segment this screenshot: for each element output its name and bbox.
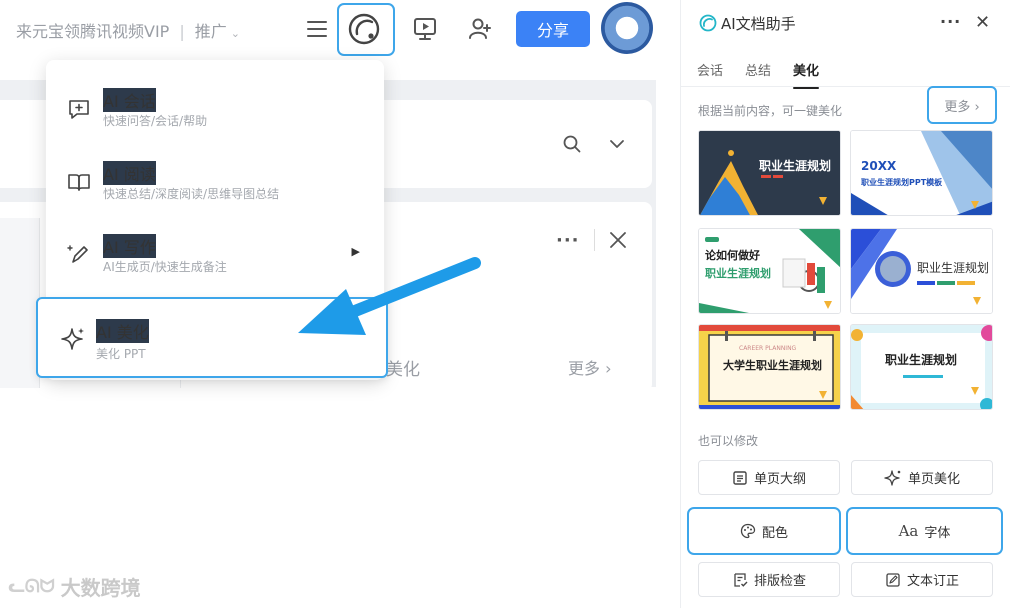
beautify-heading-behind: 美化 — [386, 360, 420, 380]
beautify-card-tools: ··· — [556, 229, 627, 251]
template-card-1[interactable]: 职业生涯规划 — [698, 130, 841, 216]
layout-check-icon — [734, 572, 748, 587]
button-label: 字体 — [924, 525, 951, 541]
top-toolbar: 来元宝领腾讯视频VIP | 推广 ⌄ 分享 — [0, 0, 656, 60]
menu-item-subtitle: 快速总结/深度阅读/思维导图总结 — [103, 185, 280, 202]
panel-more-icon[interactable]: ··· — [940, 12, 961, 31]
ai-assistant-logo-icon — [699, 14, 717, 32]
template-title: 20XX — [861, 159, 897, 173]
template-title: 论如何做好 — [705, 249, 760, 262]
single-page-beautify-button[interactable]: 单页美化 — [851, 460, 993, 495]
watermark-logo-icon: ᓚᘏᗢ — [8, 576, 55, 597]
text-correct-icon — [886, 572, 900, 587]
template-subtitle: 职业生涯规划PPT模板 — [861, 178, 943, 187]
share-button[interactable]: 分享 — [516, 11, 590, 47]
watermark: ᓚᘏᗢ 大数跨境 — [8, 572, 141, 601]
slide-thumbnail-strip — [0, 218, 40, 388]
document-area: ··· 美化 更多 › 来元宝领腾讯视频VIP | 推广 ⌄ 分享 AI 会话 … — [0, 0, 656, 608]
ai-assistant-icon — [348, 13, 380, 45]
font-button[interactable]: Aa 字体 — [846, 507, 1003, 555]
promo-label: 推广 — [194, 22, 227, 41]
promo-text: 来元宝领腾讯视频VIP — [16, 22, 170, 41]
button-label: 配色 — [761, 525, 788, 541]
button-label: 单页美化 — [907, 472, 960, 487]
menu-button[interactable] — [300, 12, 334, 46]
single-page-outline-button[interactable]: 单页大纲 — [698, 460, 840, 495]
template-card-5[interactable]: CAREER PLANNING 大学生职业生涯规划 — [698, 324, 841, 410]
template-card-4[interactable]: 职业生涯规划 — [850, 228, 993, 314]
template-card-3[interactable]: 论如何做好 职业生涯规划 — [698, 228, 841, 314]
menu-item-subtitle: AI生成页/快速生成备注 — [103, 258, 227, 275]
tab-beautify[interactable]: 美化 — [793, 60, 820, 89]
template-title: 职业生涯规划 — [759, 159, 832, 173]
more-templates-button[interactable]: 更多 › — [927, 86, 997, 124]
invite-collaborator-button[interactable] — [463, 12, 497, 46]
tab-chat[interactable]: 会话 — [697, 60, 723, 89]
menu-item-subtitle: 美化 PPT — [96, 345, 146, 362]
template-card-2[interactable]: 20XX 职业生涯规划PPT模板 — [850, 130, 993, 216]
sparkle-icon — [61, 328, 84, 350]
menu-item-title: AI 会话 — [103, 88, 156, 112]
chevron-down-icon: ⌄ — [230, 27, 240, 40]
text-correction-button[interactable]: 文本订正 — [851, 562, 993, 597]
promo-banner[interactable]: 来元宝领腾讯视频VIP | 推广 ⌄ — [16, 18, 240, 42]
promo-separator: | — [179, 22, 185, 41]
panel-title: AI文档助手 — [721, 15, 796, 33]
menu-item-ai-chat[interactable]: AI 会话 快速问答/会话/帮助 — [46, 72, 384, 142]
tab-summary[interactable]: 总结 — [745, 60, 771, 89]
template-thumbnail-2 — [851, 131, 992, 215]
sparkle-icon — [884, 469, 901, 486]
search-icon[interactable] — [562, 134, 582, 154]
presentation-icon — [414, 18, 436, 40]
ai-assistant-panel: AI文档助手 ··· ✕ 会话 总结 美化 根据当前内容，可一键美化 更多 › … — [680, 0, 1010, 608]
close-icon[interactable] — [609, 231, 627, 249]
color-scheme-button[interactable]: 配色 — [687, 507, 841, 555]
palette-icon — [740, 523, 756, 539]
menu-item-ai-reading[interactable]: AI 阅读 快速总结/深度阅读/思维导图总结 — [46, 145, 384, 215]
more-options-icon[interactable]: ··· — [556, 230, 580, 251]
font-icon: Aa — [898, 522, 919, 540]
chevron-down-icon[interactable] — [608, 135, 626, 153]
pen-sparkle-icon — [67, 245, 88, 263]
template-title: 大学生职业生涯规划 — [723, 359, 822, 372]
outline-icon — [733, 470, 747, 485]
avatar[interactable] — [601, 2, 653, 54]
tool-divider — [593, 229, 595, 251]
menu-item-subtitle: 快速问答/会话/帮助 — [103, 112, 208, 129]
panel-tabs: 会话 总结 美化 — [697, 60, 841, 89]
more-link-behind[interactable]: 更多 › — [568, 355, 612, 379]
ai-assistant-button[interactable] — [347, 12, 381, 46]
menu-item-title: AI 写作 — [103, 234, 156, 258]
menu-item-title: AI 阅读 — [103, 161, 156, 185]
watermark-text: 大数跨境 — [60, 576, 141, 600]
present-button[interactable] — [408, 12, 442, 46]
beautify-description: 根据当前内容，可一键美化 — [698, 104, 843, 118]
template-subtitle: 职业生涯规划 — [705, 267, 771, 280]
add-user-icon — [469, 18, 491, 39]
button-label: 文本订正 — [906, 574, 959, 589]
template-title: 职业生涯规划 — [917, 261, 990, 275]
also-modify-label: 也可以修改 — [698, 434, 759, 448]
panel-close-icon[interactable]: ✕ — [975, 12, 990, 33]
menu-item-title: AI 美化 — [96, 319, 149, 343]
annotation-arrow-icon — [298, 257, 481, 335]
template-title: 职业生涯规划 — [885, 353, 958, 367]
hamburger-menu-icon — [307, 21, 327, 37]
book-icon — [68, 174, 90, 191]
template-subtitle: CAREER PLANNING — [739, 345, 797, 352]
template-card-6[interactable]: 职业生涯规划 — [850, 324, 993, 410]
layout-check-button[interactable]: 排版检查 — [698, 562, 840, 597]
button-label: 排版检查 — [753, 574, 806, 589]
chat-icon — [69, 100, 89, 119]
button-label: 单页大纲 — [753, 472, 806, 487]
